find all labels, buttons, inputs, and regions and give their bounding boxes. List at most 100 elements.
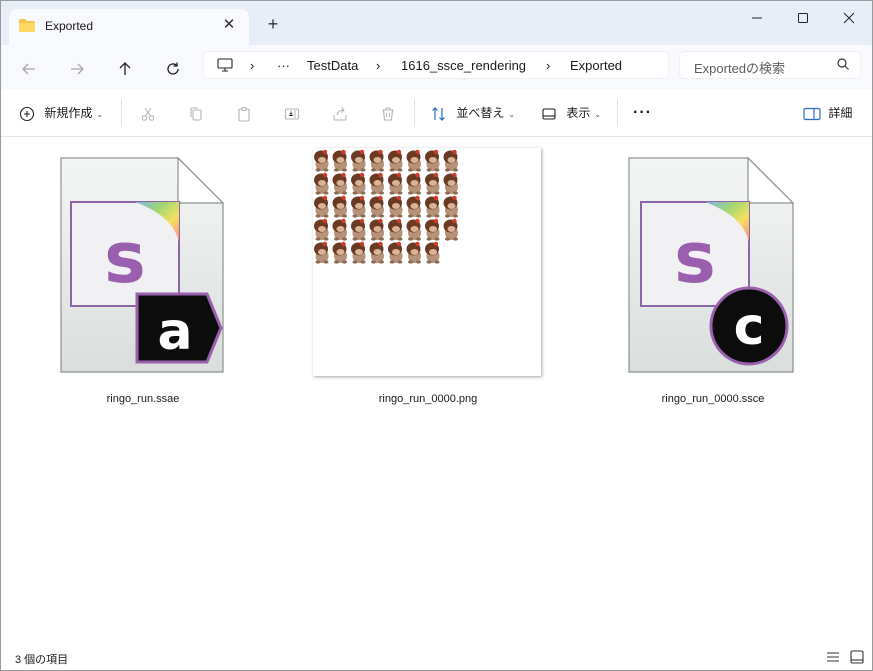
computer-icon bbox=[217, 58, 233, 72]
chevron-right-icon: › bbox=[376, 58, 381, 73]
svg-text:s: s bbox=[674, 217, 716, 299]
sprite-frame bbox=[369, 195, 384, 218]
details-pane-icon bbox=[803, 107, 821, 120]
tab-exported[interactable]: Exported ✕ bbox=[9, 9, 249, 45]
sort-button[interactable]: 並べ替え ⌄ bbox=[431, 103, 515, 123]
large-icons-view-icon[interactable] bbox=[849, 649, 865, 665]
sprite-frame bbox=[369, 218, 384, 241]
search-input[interactable]: Exportedの検索 bbox=[694, 58, 785, 77]
back-button[interactable] bbox=[14, 53, 44, 83]
maximize-icon bbox=[798, 13, 808, 24]
command-bar: 新規作成 ⌄ 並べ替え ⌄ 表示 ⌄ ··· 詳細 bbox=[1, 89, 872, 137]
file-name: ringo_run_0000.ssce bbox=[661, 393, 765, 405]
file-item-ringo-run-0000-ssce[interactable]: s c ringo_run_0000.ssce bbox=[593, 146, 833, 406]
sprite-frame bbox=[406, 172, 421, 195]
divider bbox=[121, 99, 122, 127]
paste-button[interactable] bbox=[236, 103, 252, 123]
sprite-frame bbox=[332, 218, 347, 241]
trash-icon bbox=[382, 107, 394, 121]
chevron-down-icon: ⌄ bbox=[594, 110, 602, 119]
sprite-frame bbox=[369, 172, 384, 195]
view-label: 表示 bbox=[566, 106, 591, 120]
sprite-frame bbox=[443, 218, 458, 241]
close-tab-button[interactable]: ✕ bbox=[219, 15, 239, 35]
item-count: 3 個の項目 bbox=[15, 654, 69, 666]
refresh-icon bbox=[167, 62, 179, 75]
cut-button[interactable] bbox=[140, 103, 156, 123]
sprite-frame bbox=[443, 172, 458, 195]
more-options-button[interactable]: ··· bbox=[633, 103, 652, 123]
arrow-up-icon bbox=[119, 61, 131, 75]
breadcrumb-ellipsis[interactable]: ··· bbox=[277, 58, 290, 73]
sprite-frame bbox=[351, 195, 366, 218]
search-box[interactable]: Exportedの検索 bbox=[679, 51, 861, 79]
up-button[interactable] bbox=[110, 53, 140, 83]
tab-title: Exported bbox=[45, 19, 94, 33]
navigation-bar: › ··· TestData › 1616_ssce_rendering › E… bbox=[1, 45, 872, 89]
copy-icon bbox=[190, 107, 202, 121]
folder-icon bbox=[19, 19, 35, 32]
scissors-icon bbox=[141, 107, 155, 121]
breadcrumb-item-exported[interactable]: Exported bbox=[570, 58, 622, 73]
address-bar[interactable]: › ··· TestData › 1616_ssce_rendering › E… bbox=[203, 51, 669, 79]
new-tab-button[interactable]: + bbox=[263, 14, 283, 34]
details-view-icon[interactable] bbox=[825, 649, 841, 665]
file-item-ringo-run-ssae[interactable]: s a ringo_run.ssae bbox=[23, 146, 263, 406]
refresh-button[interactable] bbox=[158, 53, 188, 83]
details-label: 詳細 bbox=[828, 106, 853, 120]
sprite-frame bbox=[351, 149, 366, 172]
sprite-frame bbox=[351, 218, 366, 241]
png-thumbnail[interactable] bbox=[313, 148, 541, 376]
breadcrumb-item-1616-ssce-rendering[interactable]: 1616_ssce_rendering bbox=[401, 58, 526, 73]
chevron-down-icon: ⌄ bbox=[508, 110, 516, 119]
sprite-frame bbox=[406, 218, 421, 241]
sprite-studio-cell-icon: s c bbox=[628, 156, 795, 373]
sprite-frame bbox=[332, 172, 347, 195]
sprite-frame bbox=[388, 172, 403, 195]
sort-icon bbox=[432, 106, 445, 121]
copy-button[interactable] bbox=[188, 103, 204, 123]
sprite-frame bbox=[369, 149, 384, 172]
sprite-studio-animation-icon: s a bbox=[60, 156, 225, 373]
divider bbox=[414, 99, 415, 127]
sprite-frame bbox=[314, 218, 329, 241]
sprite-sheet-image bbox=[314, 149, 458, 264]
sprite-frame bbox=[314, 195, 329, 218]
sprite-frame bbox=[443, 149, 458, 172]
sprite-frame bbox=[388, 149, 403, 172]
sprite-frame bbox=[314, 149, 329, 172]
rename-button[interactable] bbox=[284, 103, 300, 123]
sprite-frame bbox=[406, 149, 421, 172]
details-pane-button[interactable]: 詳細 bbox=[803, 103, 852, 123]
arrow-right-icon bbox=[71, 63, 84, 74]
view-button[interactable]: 表示 ⌄ bbox=[541, 103, 601, 123]
new-button[interactable]: 新規作成 ⌄ bbox=[19, 103, 103, 123]
breadcrumb-item-testdata[interactable]: TestData bbox=[307, 58, 358, 73]
delete-button[interactable] bbox=[380, 103, 396, 123]
sprite-frame bbox=[332, 195, 347, 218]
minimize-button[interactable] bbox=[734, 1, 780, 33]
svg-text:a: a bbox=[157, 302, 192, 362]
clipboard-icon bbox=[238, 106, 250, 122]
arrow-left-icon bbox=[22, 63, 35, 74]
rename-icon bbox=[284, 108, 300, 120]
sprite-frame bbox=[425, 195, 440, 218]
chevron-right-icon: › bbox=[546, 58, 551, 73]
search-icon bbox=[837, 58, 849, 70]
sprite-frame bbox=[369, 241, 384, 264]
file-explorer-window: Exported ✕ + › ··· TestData › 1616_ssce_… bbox=[0, 0, 873, 671]
sprite-frame bbox=[351, 172, 366, 195]
sprite-frame bbox=[314, 241, 329, 264]
close-icon bbox=[843, 12, 855, 24]
share-button[interactable] bbox=[332, 103, 348, 123]
plus-circle-icon bbox=[19, 106, 35, 121]
close-window-button[interactable] bbox=[826, 1, 872, 33]
sprite-frame bbox=[351, 241, 366, 264]
title-bar: Exported ✕ + bbox=[1, 1, 872, 45]
chevron-down-icon: ⌄ bbox=[96, 110, 104, 119]
sort-label: 並べ替え bbox=[456, 106, 505, 120]
maximize-button[interactable] bbox=[780, 1, 826, 33]
forward-button[interactable] bbox=[62, 53, 92, 83]
sprite-frame bbox=[425, 241, 440, 264]
sprite-frame bbox=[388, 218, 403, 241]
